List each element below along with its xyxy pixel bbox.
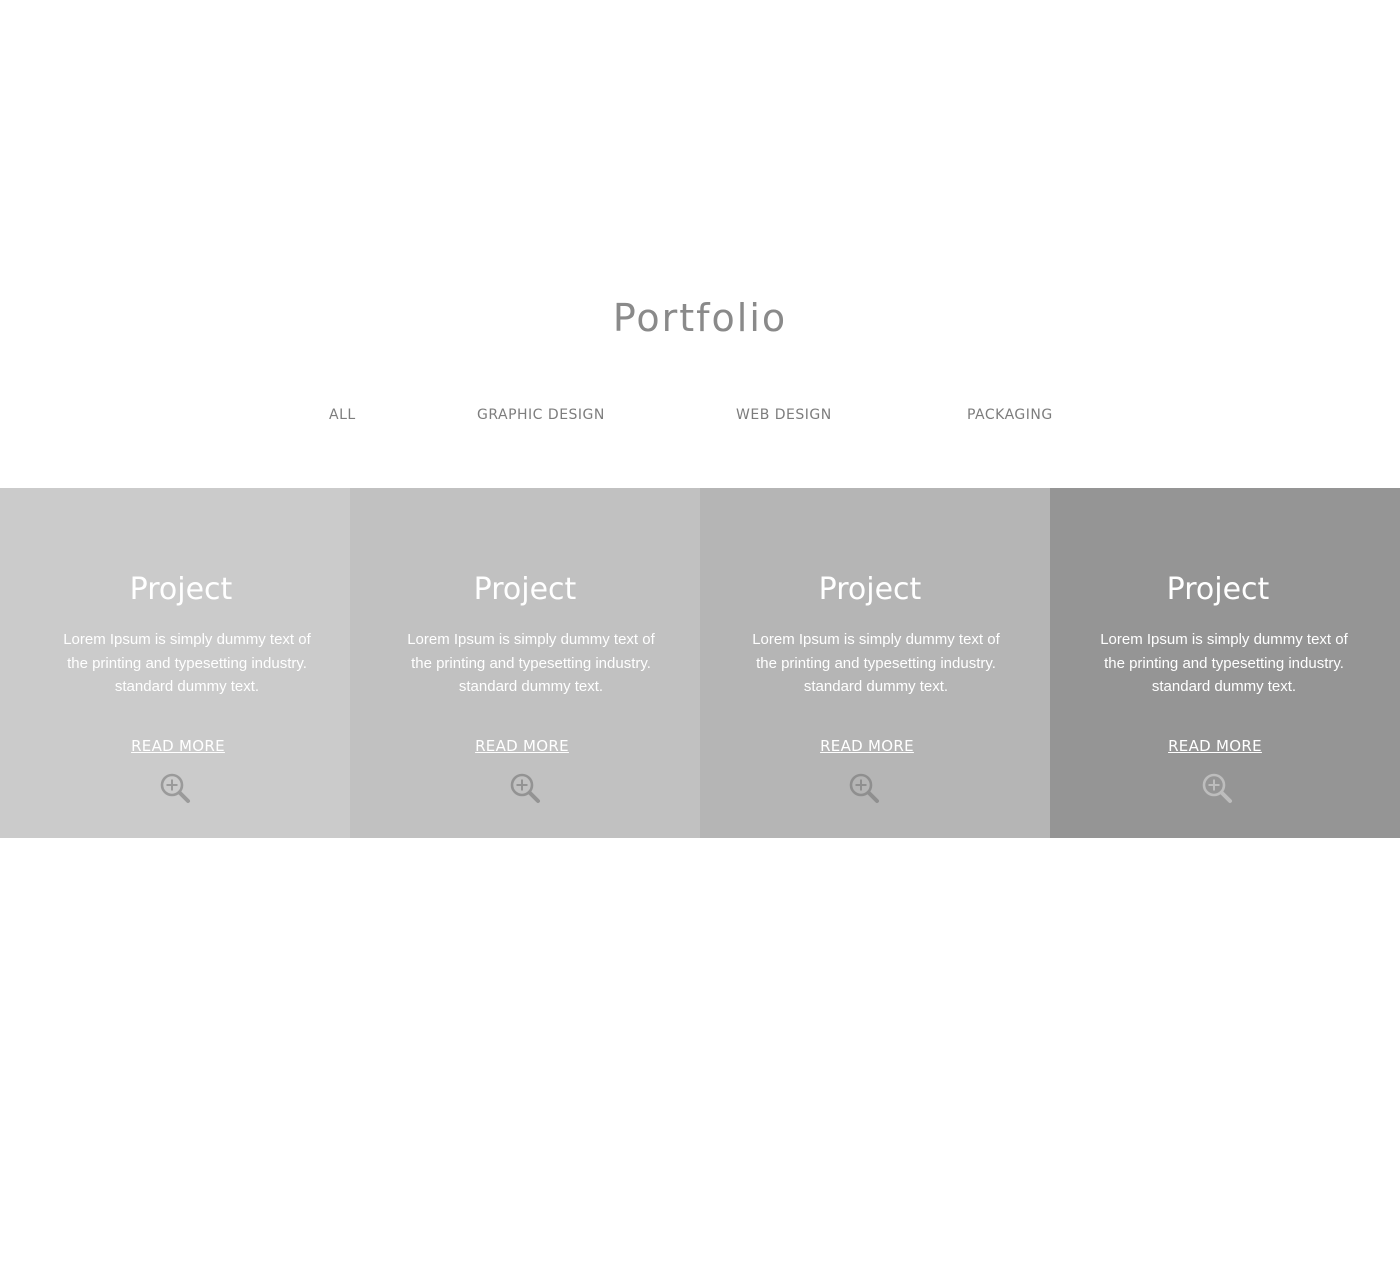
- project-description: Lorem Ipsum is simply dummy text of the …: [63, 631, 311, 695]
- filter-web-design[interactable]: WEB DESIGN: [736, 404, 832, 426]
- portfolio-filter-nav: ALL GRAPHIC DESIGN WEB DESIGN PACKAGING: [0, 404, 1400, 428]
- filter-graphic-design[interactable]: GRAPHIC DESIGN: [477, 404, 605, 426]
- portfolio-grid: Project Lorem Ipsum is simply dummy text…: [0, 488, 1400, 838]
- filter-packaging[interactable]: PACKAGING: [967, 404, 1053, 426]
- read-more-link[interactable]: READ MORE: [3, 736, 353, 756]
- zoom-in-icon[interactable]: [848, 772, 880, 804]
- read-more-link[interactable]: READ MORE: [1040, 736, 1390, 756]
- zoom-in-icon[interactable]: [1201, 772, 1233, 804]
- project-title: Project: [129, 572, 233, 607]
- project-title: Project: [1166, 572, 1270, 607]
- project-card: Project Lorem Ipsum is simply dummy text…: [1050, 488, 1400, 838]
- project-description: Lorem Ipsum is simply dummy text of the …: [407, 631, 655, 695]
- project-card: Project Lorem Ipsum is simply dummy text…: [0, 488, 350, 838]
- filter-all[interactable]: ALL: [329, 404, 356, 426]
- project-card: Project Lorem Ipsum is simply dummy text…: [700, 488, 1050, 838]
- portfolio-page: Portfolio ALL GRAPHIC DESIGN WEB DESIGN …: [0, 0, 1400, 1283]
- project-title: Project: [473, 572, 577, 607]
- read-more-link[interactable]: READ MORE: [347, 736, 697, 756]
- zoom-in-icon[interactable]: [509, 772, 541, 804]
- project-description: Lorem Ipsum is simply dummy text of the …: [752, 631, 1000, 695]
- read-more-link[interactable]: READ MORE: [692, 736, 1042, 756]
- zoom-in-icon[interactable]: [159, 772, 191, 804]
- project-description: Lorem Ipsum is simply dummy text of the …: [1100, 631, 1348, 695]
- page-title: Portfolio: [612, 296, 788, 340]
- project-card: Project Lorem Ipsum is simply dummy text…: [350, 488, 700, 838]
- project-title: Project: [818, 572, 922, 607]
